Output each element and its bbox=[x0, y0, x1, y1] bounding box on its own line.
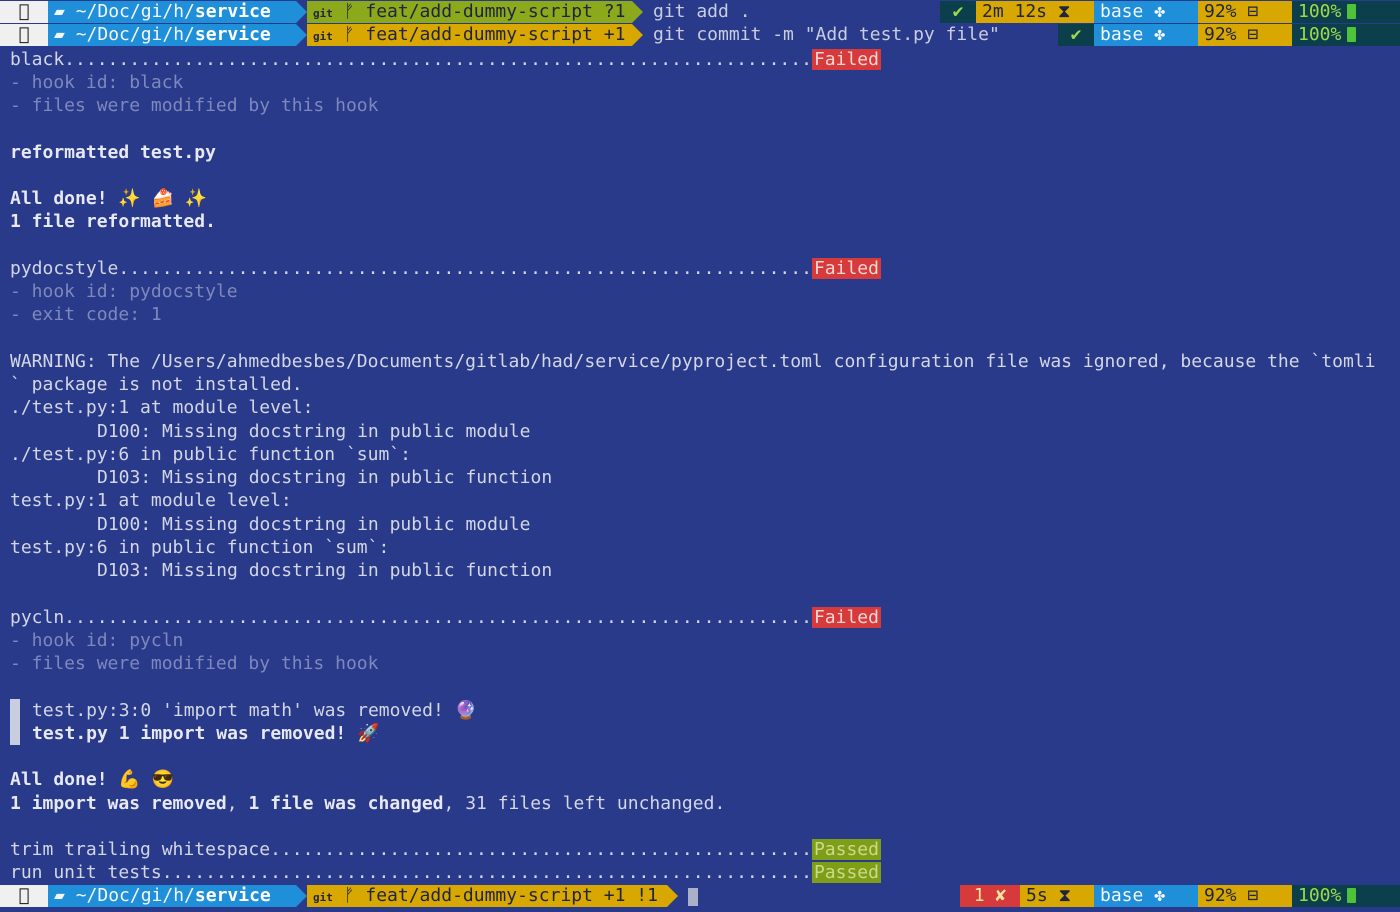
status-ok-icon: ✔ bbox=[1058, 24, 1094, 46]
separator-arrow bbox=[667, 885, 678, 907]
ram-icon: ⊟ bbox=[1247, 1, 1259, 22]
path-segment: ▰ ~/Doc/gi/h/service bbox=[48, 24, 296, 46]
hook-info-line: - files were modified by this hook bbox=[10, 95, 379, 116]
git-branch-segment: git ᚠ feat/add-dummy-script ?1 bbox=[307, 1, 632, 23]
output-line: test.py:3:0 'import math' was removed! 🔮 bbox=[32, 700, 478, 721]
python-icon: ✤ bbox=[1154, 885, 1166, 906]
hook-line-unit-tests: run unit tests..........................… bbox=[10, 862, 881, 883]
failed-badge: Failed bbox=[811, 49, 881, 70]
output-line: 1 file reformatted. bbox=[10, 211, 216, 232]
hook-id-line: - hook id: black bbox=[10, 72, 184, 93]
separator-arrow bbox=[632, 1, 643, 23]
warning-line: ` package is not installed. bbox=[10, 374, 303, 395]
separator-arrow bbox=[296, 24, 307, 46]
ram-segment: 92% ⊟ bbox=[1198, 1, 1292, 23]
path-segment: ▰ ~/Doc/gi/h/service bbox=[48, 1, 296, 23]
duration-segment: 5s ⧗ bbox=[1020, 885, 1094, 907]
git-branch-segment: git ᚠ feat/add-dummy-script +1 bbox=[307, 24, 632, 46]
separator-arrow bbox=[632, 24, 643, 46]
failed-badge: Failed bbox=[811, 258, 881, 279]
python-icon: ✤ bbox=[1154, 24, 1166, 45]
output-line: D100: Missing docstring in public module bbox=[97, 514, 531, 535]
conda-env-segment: base ✤ bbox=[1094, 24, 1198, 46]
ram-icon: ⊟ bbox=[1247, 885, 1259, 906]
hook-id-line: - hook id: pydocstyle bbox=[10, 281, 238, 302]
battery-icon bbox=[1347, 4, 1357, 19]
status-ok-icon: ✔ bbox=[940, 1, 976, 23]
branch-icon: ᚠ bbox=[343, 885, 355, 906]
output-line: reformatted test.py bbox=[10, 142, 216, 163]
hook-line-trim: trim trailing whitespace................… bbox=[10, 839, 881, 860]
passed-badge: Passed bbox=[811, 862, 881, 883]
quote-bar bbox=[10, 699, 20, 745]
terminal-window[interactable]:  ▰ ~/Doc/gi/h/service git ᚠ feat/add-du… bbox=[0, 0, 1400, 912]
exit-status-error: 1 ✘ bbox=[960, 885, 1020, 907]
battery-segment: 100% bbox=[1292, 885, 1400, 907]
output-line: ./test.py:1 at module level: bbox=[10, 397, 314, 418]
apple-icon:  bbox=[0, 1, 48, 23]
ram-segment: 92% ⊟ bbox=[1198, 885, 1292, 907]
conda-env-segment: base ✤ bbox=[1094, 885, 1198, 907]
hourglass-icon: ⧗ bbox=[1057, 1, 1071, 22]
hook-line-pycln: pycln...................................… bbox=[10, 607, 881, 628]
ram-segment: 92% ⊟ bbox=[1198, 24, 1292, 46]
output-line: test.py:1 at module level: bbox=[10, 490, 292, 511]
battery-segment: 100% bbox=[1292, 1, 1400, 23]
separator-arrow bbox=[296, 1, 307, 23]
text-cursor[interactable] bbox=[688, 888, 698, 906]
separator-arrow bbox=[296, 885, 307, 907]
path-segment: ▰ ~/Doc/gi/h/service bbox=[48, 885, 296, 907]
hook-info-line: - files were modified by this hook bbox=[10, 653, 379, 674]
summary-line: 1 import was removed, 1 file was changed… bbox=[10, 793, 726, 814]
ram-icon: ⊟ bbox=[1247, 24, 1259, 45]
output-line: D103: Missing docstring in public functi… bbox=[97, 560, 553, 581]
output-line: test.py:6 in public function `sum`: bbox=[10, 537, 390, 558]
warning-line: WARNING: The /Users/ahmedbesbes/Document… bbox=[10, 351, 1376, 372]
duration-segment: 2m 12s ⧗ bbox=[976, 1, 1094, 23]
output-line: All done! ✨ 🍰 ✨ bbox=[10, 188, 208, 209]
hook-line-black: black...................................… bbox=[10, 49, 881, 70]
battery-segment: 100% bbox=[1292, 24, 1400, 46]
command-text: git commit -m "Add test.py file" bbox=[653, 24, 1000, 45]
hook-id-line: - hook id: pycln bbox=[10, 630, 184, 651]
hourglass-icon: ⧗ bbox=[1058, 885, 1072, 906]
hook-info-line: - exit code: 1 bbox=[10, 304, 162, 325]
branch-icon: ᚠ bbox=[343, 24, 355, 45]
output-line: D100: Missing docstring in public module bbox=[97, 421, 531, 442]
output-line: D103: Missing docstring in public functi… bbox=[97, 467, 553, 488]
output-line: test.py 1 import was removed! 🚀 bbox=[32, 723, 380, 744]
python-icon: ✤ bbox=[1154, 1, 1166, 22]
branch-icon: ᚠ bbox=[343, 1, 355, 22]
command-text: git add . bbox=[653, 1, 751, 22]
conda-env-segment: base ✤ bbox=[1094, 1, 1198, 23]
battery-icon bbox=[1347, 888, 1357, 903]
output-line: All done! 💪 😎 bbox=[10, 769, 175, 790]
passed-badge: Passed bbox=[811, 839, 881, 860]
apple-icon:  bbox=[0, 885, 48, 907]
output-line: ./test.py:6 in public function `sum`: bbox=[10, 444, 411, 465]
battery-icon bbox=[1347, 27, 1357, 42]
prompt-line-2:  ▰ ~/Doc/gi/h/service git ᚠ feat/add-du… bbox=[0, 24, 1400, 46]
prompt-line-3:  ▰ ~/Doc/gi/h/service git ᚠ feat/add-du… bbox=[0, 885, 1400, 907]
prompt-line-1:  ▰ ~/Doc/gi/h/service git ᚠ feat/add-du… bbox=[0, 1, 1400, 23]
hook-line-pydocstyle: pydocstyle..............................… bbox=[10, 258, 881, 279]
git-branch-segment: git ᚠ feat/add-dummy-script +1 !1 bbox=[307, 885, 667, 907]
failed-badge: Failed bbox=[811, 607, 881, 628]
apple-icon:  bbox=[0, 24, 48, 46]
